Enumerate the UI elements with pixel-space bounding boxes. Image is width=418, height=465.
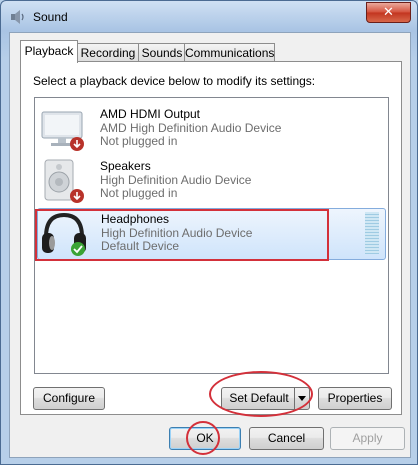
device-status: Not plugged in xyxy=(100,186,178,200)
device-description: High Definition Audio Device xyxy=(100,173,252,187)
sound-window: Sound ✕ Playback Recording Sounds Commun… xyxy=(0,0,418,465)
tab-playback[interactable]: Playback xyxy=(20,40,78,63)
apply-button[interactable]: Apply xyxy=(330,427,405,450)
title-bar[interactable]: Sound ✕ xyxy=(1,1,417,33)
device-name: Speakers xyxy=(100,159,151,173)
device-item-speakers[interactable]: Speakers High Definition Audio Device No… xyxy=(37,156,384,206)
instruction-text: Select a playback device below to modify… xyxy=(33,74,316,88)
properties-button[interactable]: Properties xyxy=(318,387,392,410)
tab-sounds[interactable]: Sounds xyxy=(138,43,186,62)
cancel-button[interactable]: Cancel xyxy=(249,427,324,450)
device-name: AMD HDMI Output xyxy=(100,107,201,121)
dialog-body: Playback Recording Sounds Communications… xyxy=(9,32,411,458)
speaker-icon xyxy=(44,159,84,203)
window-title: Sound xyxy=(33,10,68,24)
device-item-amd-hdmi[interactable]: AMD HDMI Output AMD High Definition Audi… xyxy=(37,104,384,154)
hdmi-monitor-icon xyxy=(41,111,84,151)
playback-panel: Select a playback device below to modify… xyxy=(20,61,402,417)
ok-circle-annotation xyxy=(186,421,220,455)
tab-communications[interactable]: Communications xyxy=(184,43,275,62)
speaker-title-icon xyxy=(11,10,24,24)
device-description: AMD High Definition Audio Device xyxy=(100,121,282,135)
device-status: Not plugged in xyxy=(100,134,178,148)
tab-recording[interactable]: Recording xyxy=(76,43,140,62)
device-list[interactable]: AMD HDMI Output AMD High Definition Audi… xyxy=(34,97,389,374)
set-default-circle-annotation xyxy=(209,371,313,417)
volume-level-meter xyxy=(365,212,379,254)
configure-button[interactable]: Configure xyxy=(33,387,105,410)
close-button[interactable]: ✕ xyxy=(366,2,411,23)
close-icon: ✕ xyxy=(383,4,394,19)
headphones-highlight-annotation xyxy=(35,209,329,261)
